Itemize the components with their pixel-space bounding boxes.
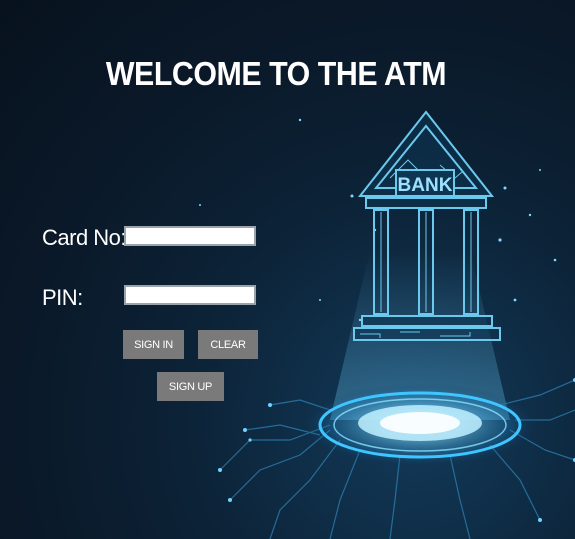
bank-sign-text: BANK [398, 175, 453, 196]
clear-button[interactable]: CLEAR [198, 330, 258, 359]
card-number-label: Card No: [42, 225, 127, 250]
page-title: WELCOME TO THE ATM [105, 55, 447, 92]
atm-welcome-screen: BANK WELCOME TO THE ATM Card No: PIN: SI… [0, 0, 575, 539]
card-number-input[interactable] [124, 226, 256, 246]
sign-up-button[interactable]: SIGN UP [157, 372, 224, 401]
pin-label: PIN: [42, 285, 83, 310]
pin-input[interactable] [124, 285, 256, 305]
sign-in-button[interactable]: SIGN IN [123, 330, 184, 359]
